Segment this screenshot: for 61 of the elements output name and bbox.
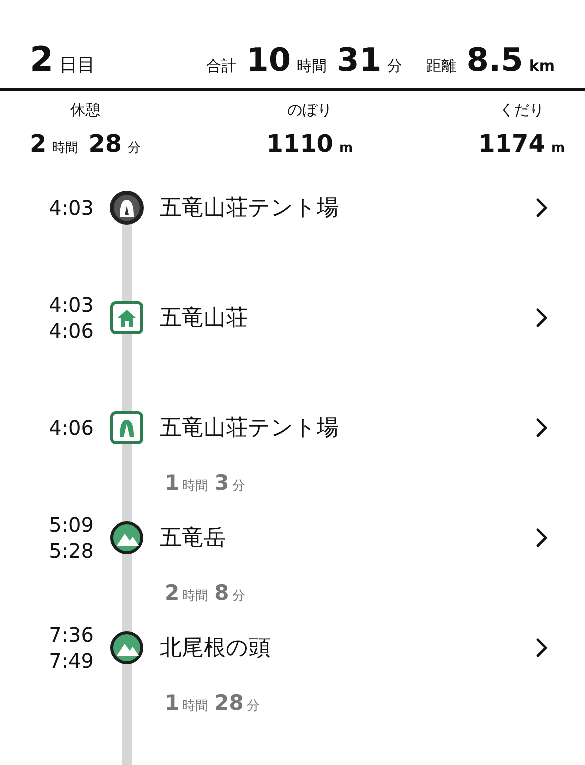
stat-unit: m [551, 141, 565, 156]
distance-value: 8.5 [466, 41, 524, 79]
stop-time: 4:03 [49, 196, 94, 220]
duration-value: 2 [165, 581, 180, 605]
duration-value: 8 [214, 581, 230, 605]
distance-unit: km [529, 57, 555, 75]
stat-unit: 分 [128, 140, 142, 157]
duration-unit: 時間 [182, 698, 209, 715]
stop-row[interactable]: 4:06 五竜山荘テント場 [0, 400, 585, 456]
duration-value: 28 [214, 691, 244, 715]
total-value: 31 [337, 41, 382, 79]
stop-row[interactable]: 4:03 4:06 五竜山荘 [0, 290, 585, 346]
stop-time: 4:06 [49, 319, 94, 343]
duration-unit: 分 [232, 588, 246, 605]
stat-unit: m [340, 141, 354, 156]
stat-label: 休憩 [70, 101, 101, 120]
duration-unit: 時間 [182, 478, 209, 495]
distance-label: 距離 [426, 57, 457, 76]
day-unit: 日目 [60, 54, 96, 77]
stat-value: 2 [30, 130, 47, 158]
chevron-icon [535, 417, 549, 439]
stop-row[interactable]: 4:03 五竜山荘テント場 [0, 180, 585, 236]
stat-unit: 時間 [52, 140, 79, 157]
chevron-icon [535, 307, 549, 329]
duration-unit: 時間 [182, 588, 209, 605]
stop-name: 五竜山荘テント場 [160, 195, 340, 223]
chevron-icon [535, 637, 549, 659]
stop-row[interactable]: 7:36 7:49 北尾根の頭 [0, 620, 585, 676]
stop-name: 五竜山荘テント場 [160, 415, 340, 443]
tent-icon [110, 411, 144, 445]
stop-time: 4:03 [49, 293, 94, 317]
stop-time: 5:28 [49, 539, 94, 563]
stop-time: 4:06 [49, 416, 94, 440]
day-number: 2 [30, 40, 54, 80]
mountain-icon [110, 631, 144, 665]
mountain-icon [110, 521, 144, 555]
duration-value: 1 [165, 471, 180, 495]
duration-value: 1 [165, 691, 180, 715]
stat-label: くだり [499, 101, 544, 120]
stop-name: 五竜岳 [160, 525, 227, 553]
tent-icon [110, 191, 144, 225]
duration-unit: 分 [232, 478, 246, 495]
house-icon [110, 301, 144, 335]
duration-unit: 分 [246, 698, 260, 715]
total-unit: 時間 [297, 57, 328, 76]
chevron-icon [535, 527, 549, 549]
total-label: 合計 [206, 57, 237, 76]
chevron-icon [535, 197, 549, 219]
stat-value: 1174 [478, 130, 546, 158]
stat-value: 1110 [266, 130, 334, 158]
stop-time: 5:09 [49, 513, 94, 537]
total-unit: 分 [388, 57, 403, 76]
stop-time: 7:36 [49, 623, 94, 647]
stat-label: のぼり [287, 101, 332, 120]
stop-row[interactable]: 5:09 5:28 五竜岳 [0, 510, 585, 566]
stop-name: 北尾根の頭 [160, 635, 272, 663]
stop-name: 五竜山荘 [160, 305, 249, 333]
duration-value: 3 [214, 471, 230, 495]
total-value: 10 [246, 41, 292, 79]
stop-time: 7:49 [49, 649, 94, 673]
stat-value: 28 [88, 130, 122, 158]
